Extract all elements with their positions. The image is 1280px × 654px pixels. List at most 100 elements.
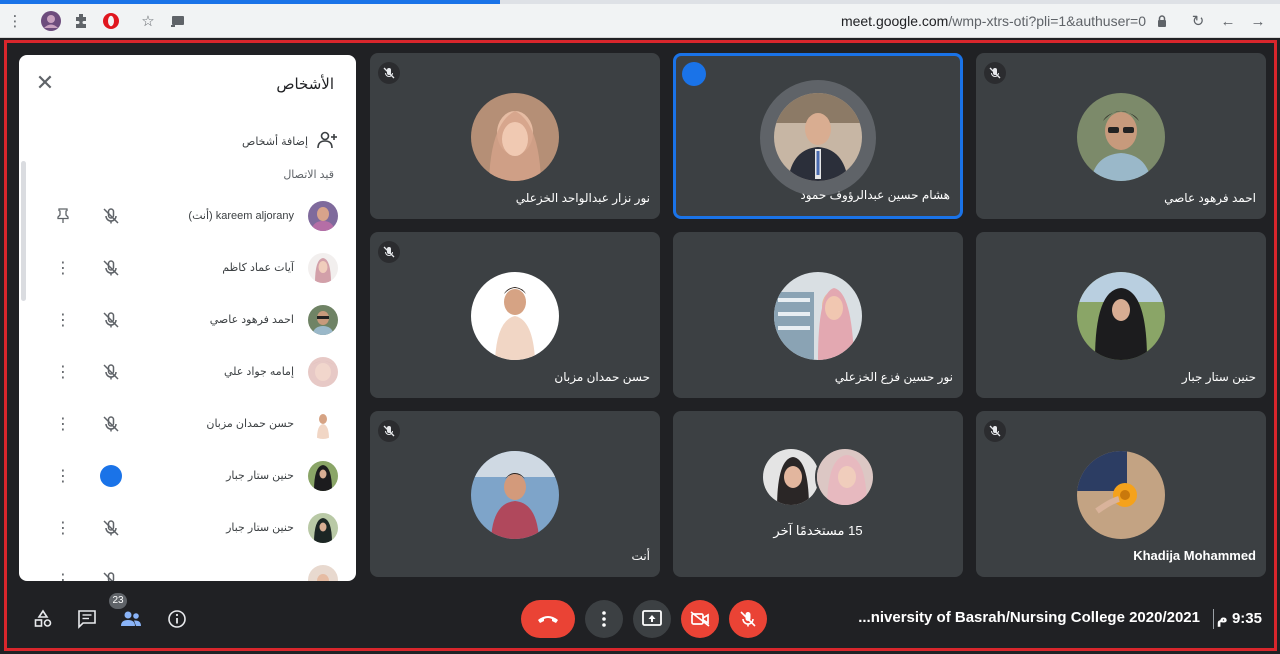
mic-off-icon[interactable] (99, 516, 123, 540)
activities-icon[interactable] (31, 607, 55, 631)
bookmark-star-icon[interactable]: ☆ (138, 10, 158, 32)
person-row[interactable]: حنين ستار جبار ⋮ (19, 451, 356, 503)
person-avatar (308, 253, 338, 283)
participant-name: حسن حمدان مزبان (554, 370, 650, 384)
others-tile[interactable]: 15 مستخدمًا آخر (673, 411, 963, 577)
participant-name: احمد فرهود عاصي (1164, 191, 1256, 205)
person-row[interactable]: آيات عماد كاظم ⋮ (19, 243, 356, 295)
person-row[interactable]: احمد فرهود عاصي ⋮ (19, 295, 356, 347)
more-options-icon[interactable]: ⋮ (55, 360, 71, 384)
mic-off-icon[interactable] (99, 256, 123, 280)
participant-name: أنت (631, 549, 650, 563)
participant-avatar (1077, 451, 1165, 539)
person-name: حسن حمدان مزبان (206, 418, 294, 430)
more-options-icon[interactable]: ⋮ (55, 412, 71, 436)
person-avatar (308, 357, 338, 387)
more-options-button[interactable] (585, 600, 623, 638)
more-vert-icon (602, 611, 606, 627)
mic-off-icon (378, 420, 400, 442)
mic-off-icon[interactable] (99, 204, 123, 228)
person-name: حنين ستار جبار (226, 470, 294, 482)
more-options-icon[interactable]: ⋮ (55, 568, 71, 581)
participant-tile[interactable]: احمد فرهود عاصي (976, 53, 1266, 219)
present-screen-button[interactable] (633, 600, 671, 638)
profile-avatar[interactable] (40, 10, 62, 32)
extensions-icon[interactable] (70, 10, 92, 32)
person-row[interactable]: حنين ستار جبار ⋮ (19, 503, 356, 555)
more-options-icon[interactable]: ⋮ (55, 256, 71, 280)
participant-avatar (774, 93, 862, 181)
participant-tile-active[interactable]: هشام حسين عبدالرؤوف حمود (673, 53, 963, 219)
mic-off-icon (378, 241, 400, 263)
person-avatar (308, 513, 338, 543)
meeting-controls-bar: 23 ...niversity of Basrah/Nursing Colleg… (7, 587, 1274, 651)
lock-icon[interactable] (1154, 10, 1170, 32)
cast-icon[interactable] (168, 10, 188, 32)
forward-icon[interactable]: → (1248, 10, 1268, 32)
mic-off-icon (378, 62, 400, 84)
more-vert-icon[interactable]: ⋮ (8, 10, 23, 32)
mic-off-icon[interactable] (99, 412, 123, 436)
camera-toggle-button[interactable] (681, 600, 719, 638)
meeting-title: ...niversity of Basrah/Nursing College 2… (858, 609, 1200, 626)
address-bar[interactable]: meet.google.com/wmp-xtrs-oti?pli=1&authu… (841, 13, 1146, 29)
mic-off-icon (984, 62, 1006, 84)
participant-tile[interactable]: Khadija Mohammed (976, 411, 1266, 577)
mic-off-icon[interactable] (99, 568, 123, 581)
participant-tile[interactable]: حسن حمدان مزبان (370, 232, 660, 398)
url-host: meet.google.com (840, 13, 949, 29)
person-row[interactable]: حسن حمدان مزبان ⋮ (19, 399, 356, 451)
add-people-icon (316, 131, 338, 152)
speaking-indicator (682, 62, 706, 86)
person-name: حنين ستار جبار (226, 522, 294, 534)
participant-name: حنين ستار جبار (1181, 370, 1256, 384)
reload-icon[interactable]: ↻ (1188, 10, 1208, 32)
mic-off-icon (984, 420, 1006, 442)
browser-toolbar: ⋮ ☆ meet.google.com/wmp-xtrs-oti?pli=1&a… (0, 4, 1280, 38)
person-name: kareem aljorany (أنت) (188, 210, 294, 222)
add-people-label: إضافة أشخاص (242, 136, 308, 148)
opera-icon[interactable] (100, 10, 122, 32)
close-icon[interactable]: ✕ (35, 72, 55, 94)
participant-name: نور حسين فزع الخزعلي (834, 370, 953, 384)
participant-name: نور نزار عبدالواحد الخزعلي (515, 191, 650, 205)
chat-icon[interactable] (75, 607, 99, 631)
person-name: إمامه جواد علي (223, 366, 294, 378)
participant-tile[interactable]: نور حسين فزع الخزعلي (673, 232, 963, 398)
participant-tile[interactable]: حنين ستار جبار (976, 232, 1266, 398)
person-row[interactable]: kareem aljorany (أنت) (19, 191, 356, 243)
back-icon[interactable]: ← (1218, 10, 1238, 32)
person-row[interactable]: إمامه جواد علي ⋮ (19, 347, 356, 399)
participant-name: Khadija Mohammed (1133, 548, 1256, 563)
more-options-icon[interactable]: ⋮ (55, 516, 71, 540)
people-icon[interactable] (119, 607, 143, 631)
meet-window: نور نزار عبدالواحد الخزعلي هشام حسين عبد… (4, 40, 1277, 651)
participant-tile[interactable]: نور نزار عبدالواحد الخزعلي (370, 53, 660, 219)
others-avatar-2 (815, 447, 875, 507)
person-avatar (308, 305, 338, 335)
leave-call-button[interactable] (521, 600, 575, 638)
hang-up-icon (538, 616, 558, 623)
pin-icon[interactable] (55, 204, 71, 228)
add-people-button[interactable]: إضافة أشخاص (242, 131, 338, 152)
person-row-partial[interactable]: ⋮ (19, 555, 356, 581)
url-path: /wmp-xtrs-oti?pli=1&authuser=0 (948, 13, 1146, 29)
videocam-off-icon (690, 611, 710, 627)
mic-toggle-button[interactable] (729, 600, 767, 638)
person-avatar (308, 565, 338, 581)
participant-avatar (471, 272, 559, 360)
mic-off-icon[interactable] (99, 308, 123, 332)
more-options-icon[interactable]: ⋮ (55, 464, 71, 488)
info-icon[interactable] (165, 607, 189, 631)
participant-tile[interactable]: أنت (370, 411, 660, 577)
others-count-label: 15 مستخدمًا آخر (773, 523, 863, 538)
speaking-indicator (99, 464, 123, 488)
others-avatar-1 (761, 447, 821, 507)
participant-avatar (1077, 272, 1165, 360)
more-options-icon[interactable]: ⋮ (55, 308, 71, 332)
people-panel: ✕ الأشخاص إضافة أشخاص قيد الاتصال kareem… (19, 55, 356, 581)
person-name: آيات عماد كاظم (222, 262, 294, 274)
participant-avatar (774, 272, 862, 360)
mic-off-icon[interactable] (99, 360, 123, 384)
mic-off-icon (740, 611, 756, 627)
